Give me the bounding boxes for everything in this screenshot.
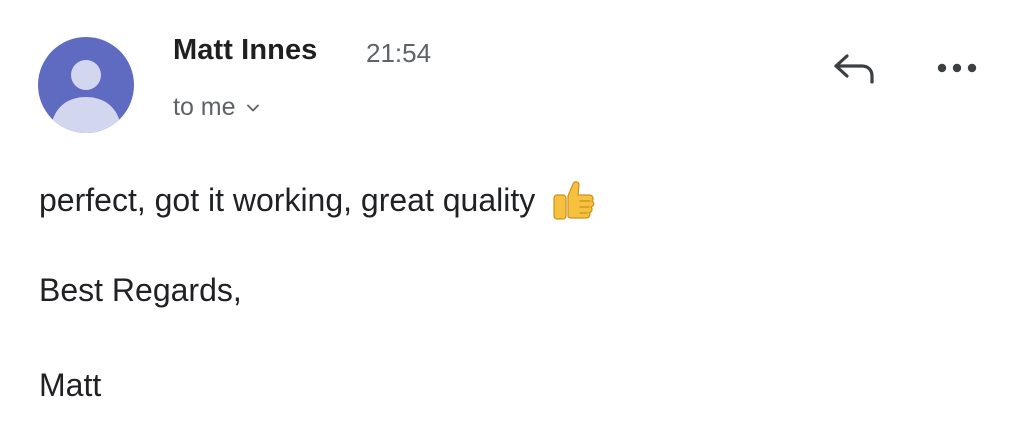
reply-arrow-icon [834,54,874,84]
recipient-toggle[interactable]: to me [173,93,260,122]
chevron-down-icon [246,104,259,111]
sender-name[interactable]: Matt Innes [173,34,317,67]
message-signature: Matt [39,367,102,403]
message-body-line: perfect, got it working, great quality [39,176,597,224]
sent-time: 21:54 [366,38,432,68]
email-header: Matt Innes 21:54 to me [0,0,1024,150]
message-text: perfect, got it working, great quality [39,181,536,218]
more-horizontal-icon [937,63,977,73]
more-options-button[interactable] [932,50,982,86]
avatar[interactable] [38,37,134,133]
reply-button[interactable] [826,48,880,88]
recipient-label: to me [173,93,236,121]
message-sign-off: Best Regards, [39,272,242,308]
person-avatar-icon [50,60,122,133]
thumbs-up-icon [553,181,595,220]
